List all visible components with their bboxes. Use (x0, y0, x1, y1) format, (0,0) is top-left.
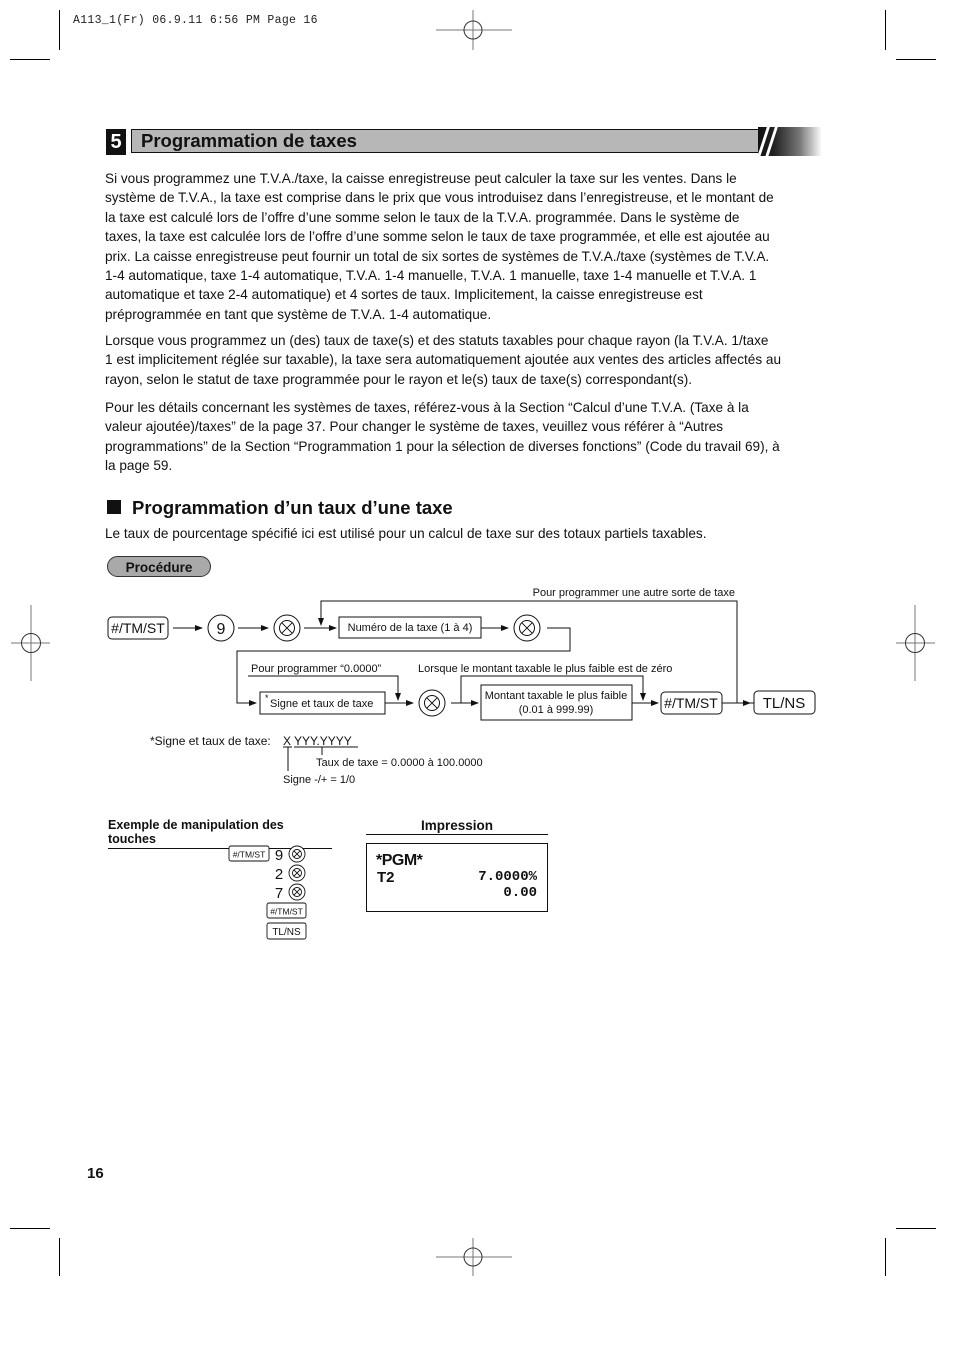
box-sign-rate-label: Signe et taux de taxe (270, 698, 373, 710)
key-tmst-2-label: #/TM/ST (664, 695, 718, 711)
page-number: 16 (87, 1165, 104, 1182)
example-digit-7: 7 (275, 885, 283, 902)
footnote-sign-note: Signe -/+ = 1/0 (283, 774, 355, 786)
procedure-diagram: #/TM/ST 9 Numéro de la taxe (1 à 4) Pour… (107, 587, 816, 786)
box-min-amount-line2: (0.01 à 999.99) (519, 704, 594, 716)
footnote-y: YYY.YYYY (294, 734, 352, 748)
key-9-label: 9 (217, 621, 226, 638)
footnote-label: *Signe et taux de taxe: (150, 734, 271, 748)
multiply-key-1-icon (273, 614, 301, 642)
sign-rate-star: * (265, 693, 269, 703)
key-tlns-label: TL/NS (763, 695, 806, 712)
receipt-printout: *PGM* T2 7.0000% 0.00 (366, 843, 548, 912)
example-multiply-2-icon (288, 864, 306, 882)
example-key-sequence: #/TM/ST 9 2 7 #/TM/ST TL/NS (228, 845, 307, 940)
box-min-amount-line1: Montant taxable le plus faible (485, 690, 627, 702)
footnote-rate-note: Taux de taxe = 0.0000 à 100.0000 (316, 757, 483, 769)
example-key-tlns-label: TL/NS (272, 927, 301, 938)
example-key-tmst-2-label: #/TM/ST (270, 907, 303, 917)
receipt-tax-rate: 7.0000% (478, 869, 537, 885)
min-zero-label: Lorsque le montant taxable le plus faibl… (418, 663, 672, 675)
impression-title: Impression (366, 818, 548, 835)
zero-label: Pour programmer “0.0000” (251, 663, 382, 675)
multiply-key-3-icon (418, 689, 446, 717)
multiply-key-2-icon (513, 614, 541, 642)
example-key-tmst-label: #/TM/ST (233, 850, 266, 860)
box-tax-number-label: Numéro de la taxe (1 à 4) (348, 622, 473, 634)
receipt-pgm: *PGM* (376, 852, 423, 869)
example-multiply-1-icon (288, 845, 306, 863)
loop-label: Pour programmer une autre sorte de taxe (533, 587, 735, 599)
registration-mark-bottom (436, 1238, 512, 1276)
footnote-x: X (283, 734, 291, 748)
receipt-tax-label: T2 (377, 869, 395, 886)
receipt-min-amount: 0.00 (503, 885, 537, 901)
example-multiply-3-icon (288, 883, 306, 901)
example-digit-9: 9 (275, 847, 283, 864)
example-digit-2: 2 (275, 866, 283, 883)
key-tmst-label: #/TM/ST (111, 620, 165, 636)
